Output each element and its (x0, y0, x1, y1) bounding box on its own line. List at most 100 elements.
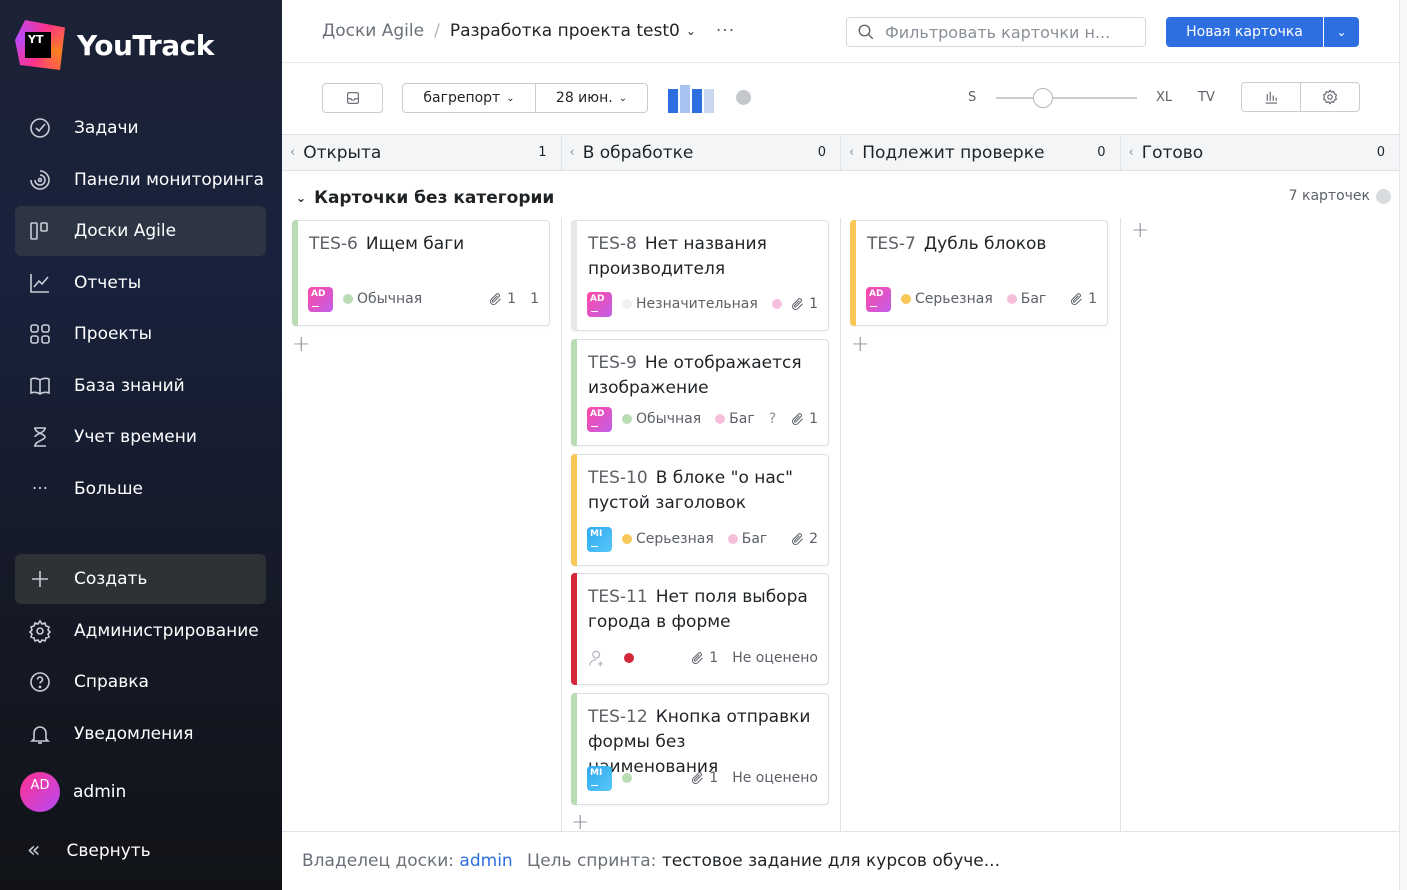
priority-label[interactable]: Обычная (636, 411, 701, 427)
attachments[interactable]: 1 (790, 296, 818, 312)
vote-count[interactable]: 1 (530, 291, 539, 307)
attachments[interactable]: 1 (790, 411, 818, 427)
priority-dot[interactable] (622, 773, 632, 783)
chart-icon (27, 270, 53, 296)
avatar[interactable]: AD (587, 406, 612, 432)
new-card-dropdown-chevron-icon[interactable]: ⌄ (1324, 17, 1359, 47)
card-tes-7[interactable]: TES-7 Дубль блоков AD Серьезная Баг 1 (850, 220, 1108, 326)
avatar[interactable]: MI (587, 526, 612, 552)
priority-dot (622, 299, 632, 309)
nav-item-reports[interactable]: Отчеты (15, 258, 266, 308)
card-tes-8[interactable]: TES-8 Нет названия производителя AD Незна… (571, 220, 829, 331)
collapse-button[interactable]: « Свернуть (27, 838, 151, 863)
priority-label[interactable]: Обычная (357, 291, 422, 307)
type-label[interactable]: Баг (729, 411, 755, 427)
add-card-plus-icon[interactable]: + (292, 332, 310, 357)
unassigned-user-icon[interactable] (587, 648, 612, 668)
priority-label[interactable]: Незначительная (636, 296, 758, 312)
nav-item-time-tracking[interactable]: Учет времени (15, 412, 266, 462)
estimate-label[interactable]: Не оценено (732, 650, 818, 666)
nav-item-agile-boards[interactable]: Доски Agile (15, 206, 266, 256)
card-size-slider[interactable] (996, 88, 1137, 108)
column-header-in-progress[interactable]: ‹ В обработке 0 (562, 135, 841, 170)
priority-dot[interactable] (624, 653, 634, 663)
hourglass-icon (27, 424, 53, 450)
tv-mode-label[interactable]: TV (1198, 90, 1215, 105)
sprint-progress-chart-icon[interactable] (668, 85, 714, 113)
unknown-field[interactable]: ? (769, 411, 776, 427)
chevron-left-icon[interactable]: ‹ (570, 145, 575, 160)
settings-button[interactable] (1300, 83, 1359, 111)
type-label[interactable]: Баг (742, 531, 768, 547)
card-id[interactable]: TES-6 (309, 234, 358, 254)
card-id[interactable]: TES-12 (588, 707, 648, 727)
avatar[interactable]: AD (587, 291, 612, 317)
card-size-min-label[interactable]: S (968, 90, 976, 105)
collapse-label: Свернуть (66, 840, 151, 861)
type-dot (1006, 294, 1017, 304)
card-tes-10[interactable]: TES-10 В блоке "о нас" пустой заголовок M… (571, 454, 829, 566)
backlog-button[interactable] (322, 83, 383, 113)
card-tes-11[interactable]: TES-11 Нет поля выбора города в форме 1 Н… (571, 573, 829, 685)
swimlane-toggle[interactable]: ⌄ Карточки без категории (296, 188, 554, 208)
card-tes-12[interactable]: TES-12 Кнопка отправки формы без наименов… (571, 693, 829, 805)
nav-item-more[interactable]: ··· Больше (15, 464, 266, 514)
nav-item-knowledge-base[interactable]: База знаний (15, 361, 266, 411)
type-dot[interactable] (771, 299, 782, 309)
user-profile[interactable]: AD admin (20, 772, 126, 812)
logo[interactable]: YT YouTrack (15, 20, 214, 70)
card-tes-6[interactable]: TES-6 Ищем баги AD Обычная 1 1 (292, 220, 550, 326)
priority-label[interactable]: Серьезная (915, 291, 993, 307)
card-tes-9[interactable]: TES-9 Не отображается изображение AD Обыч… (571, 339, 829, 446)
board-selector[interactable]: Разработка проекта test0 (450, 21, 680, 41)
nav-item-notifications[interactable]: Уведомления (15, 709, 266, 759)
priority-label[interactable]: Серьезная (636, 531, 714, 547)
slider-knob[interactable] (1033, 88, 1053, 108)
attachments[interactable]: 2 (790, 531, 818, 547)
card-id[interactable]: TES-10 (588, 468, 648, 488)
card-id[interactable]: TES-9 (588, 353, 637, 373)
grid-icon (27, 321, 53, 347)
nav-item-projects[interactable]: Проекты (15, 309, 266, 359)
column-header-done[interactable]: ‹ Готово 0 (1121, 135, 1400, 170)
card-size-max-label[interactable]: XL (1156, 90, 1172, 105)
chevron-left-icon[interactable]: ‹ (1129, 145, 1134, 160)
column-header-open[interactable]: ‹ Открыта 1 (282, 135, 562, 170)
sprint-select[interactable]: 28 июн. ⌄ (535, 83, 648, 113)
scrollbar[interactable] (1399, 0, 1407, 890)
nav-item-dashboards[interactable]: Панели мониторинга (15, 155, 266, 205)
chart-button[interactable] (1242, 83, 1300, 111)
nav-item-administration[interactable]: Администрирование (15, 606, 266, 656)
card-id[interactable]: TES-8 (588, 234, 637, 254)
new-card-button[interactable]: Новая карточка (1166, 17, 1323, 47)
avatar[interactable]: AD (866, 286, 891, 312)
attachments[interactable]: 1 (1069, 291, 1097, 307)
nav-item-help[interactable]: Справка (15, 657, 266, 707)
search-input[interactable]: Фильтровать карточки н... (846, 17, 1146, 47)
nav-item-create[interactable]: Создать (15, 554, 266, 604)
column-header-to-verify[interactable]: ‹ Подлежит проверке 0 (841, 135, 1121, 170)
chevron-left-icon[interactable]: ‹ (849, 145, 854, 160)
board-select[interactable]: багрепорт ⌄ (402, 83, 536, 113)
avatar[interactable]: AD (308, 286, 333, 312)
card-id[interactable]: TES-11 (588, 587, 648, 607)
priority-dot (622, 414, 632, 424)
attachments[interactable]: 1 (488, 291, 516, 307)
add-card-plus-icon[interactable]: + (851, 332, 869, 357)
attachment-count: 2 (809, 531, 818, 547)
attachments[interactable]: 1 (690, 650, 718, 666)
card-id[interactable]: TES-7 (867, 234, 916, 254)
type-label[interactable]: Баг (1021, 291, 1047, 307)
avatar[interactable]: MI (587, 765, 612, 791)
breadcrumb-root[interactable]: Доски Agile (322, 21, 424, 41)
chevron-left-icon[interactable]: ‹ (290, 145, 295, 160)
add-card-plus-icon[interactable]: + (1131, 218, 1149, 243)
attachments[interactable]: 1 (690, 770, 718, 786)
estimate-label[interactable]: Не оценено (732, 770, 818, 786)
check-circle-icon (27, 115, 53, 141)
priority-stripe (571, 220, 577, 331)
chevron-down-icon[interactable]: ⌄ (686, 24, 696, 38)
nav-item-issues[interactable]: Задачи (15, 103, 266, 153)
more-options-icon[interactable]: ··· (716, 21, 735, 41)
owner-link[interactable]: admin (459, 851, 512, 871)
